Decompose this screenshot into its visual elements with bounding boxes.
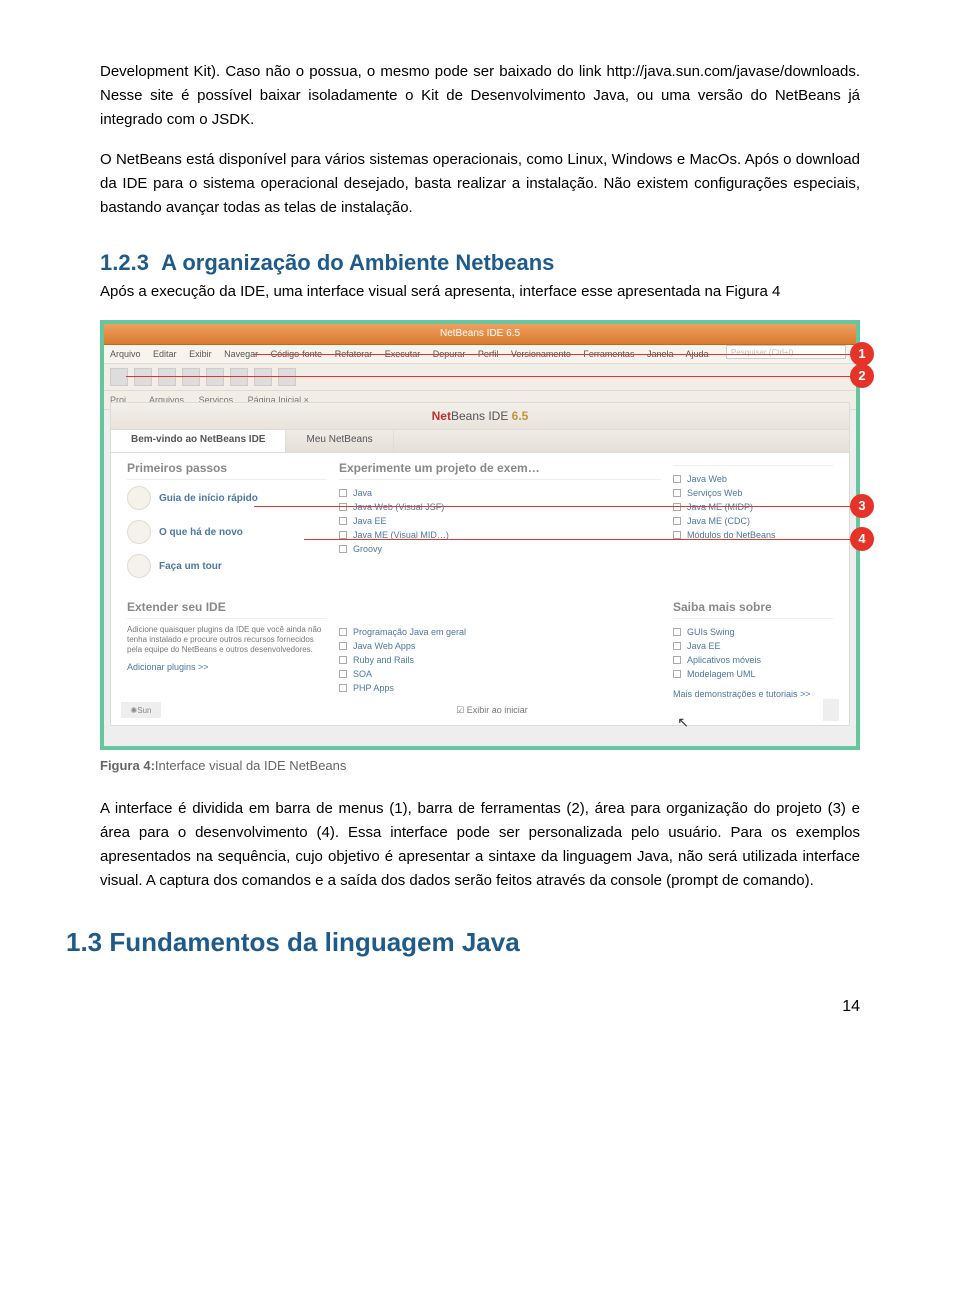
more-demos-link[interactable]: Mais demonstrações e tutoriais >> — [673, 689, 811, 699]
link-label: Faça um tour — [159, 561, 222, 572]
callout-line-2 — [126, 376, 862, 377]
paragraph-4: A interface é dividida em barra de menus… — [100, 797, 860, 893]
link-whats-new[interactable]: O que há de novo — [127, 520, 327, 544]
menu-item[interactable]: Exibir — [189, 349, 212, 359]
learn-link[interactable]: GUIs Swing — [673, 625, 833, 639]
link-take-tour[interactable]: Faça um tour — [127, 554, 327, 578]
callout-badge-1: 1 — [850, 342, 874, 366]
section-heading: 1.2.3 A organização do Ambiente Netbeans — [100, 250, 860, 276]
paragraph-2: O NetBeans está disponível para vários s… — [100, 148, 860, 220]
sample-link[interactable]: Java Web — [673, 472, 833, 486]
callout-line-3 — [254, 506, 862, 507]
netbeans-logo-header: NetBeans NetBeans IDEIDE 6.5 — [111, 403, 849, 430]
sample-link[interactable]: Java ME (CDC) — [673, 514, 833, 528]
toolbar-undo-icon[interactable] — [182, 368, 200, 386]
learn-link[interactable]: Java Web Apps — [339, 639, 661, 653]
paragraph-1: Development Kit). Caso não o possua, o m… — [100, 60, 860, 132]
welcome-tab-welcome[interactable]: Bem-vindo ao NetBeans IDE — [111, 430, 286, 452]
learn-more-heading: Saiba mais sobre — [673, 600, 833, 619]
try-project-heading-b — [673, 461, 833, 466]
sample-link[interactable]: Serviços Web — [673, 486, 833, 500]
cursor-icon: ↖ — [677, 714, 689, 731]
extend-ide-heading: Extender seu IDE — [127, 600, 327, 619]
toolbar-build-icon[interactable] — [278, 368, 296, 386]
sun-logo-icon: ✺Sun — [121, 702, 161, 718]
link-label: Guia de início rápido — [159, 493, 258, 504]
learn-link[interactable]: Modelagem UML — [673, 667, 833, 681]
toolbar-open-icon[interactable] — [134, 368, 152, 386]
link-label: O que há de novo — [159, 527, 243, 538]
star-icon — [127, 520, 151, 544]
play-icon — [127, 554, 151, 578]
learn-link[interactable]: Programação Java em geral — [339, 625, 661, 639]
sample-link[interactable]: Java — [339, 486, 661, 500]
sample-link[interactable]: Java EE — [339, 514, 661, 528]
callout-badge-3: 3 — [850, 494, 874, 518]
callout-line-1 — [254, 354, 862, 355]
paragraph-3: Após a execução da IDE, uma interface vi… — [100, 280, 860, 304]
figure-screenshot: 1 2 3 4 NetBeans IDE 6.5 Arquivo Editar … — [100, 320, 860, 750]
welcome-tab-mynetbeans[interactable]: Meu NetBeans — [286, 430, 393, 452]
toolbar-redo-icon[interactable] — [206, 368, 224, 386]
callout-badge-2: 2 — [850, 364, 874, 388]
section-number: 1.2.3 — [100, 250, 149, 275]
extend-ide-desc: Adicione quaisquer plugins da IDE que vo… — [127, 625, 327, 654]
chapter-heading: 1.3 Fundamentos da linguagem Java — [66, 927, 860, 958]
learn-link[interactable]: Aplicativos móveis — [673, 653, 833, 667]
menu-item[interactable]: Editar — [153, 349, 177, 359]
quick-search-input[interactable]: Pesquisar (Ctrl+I) — [726, 345, 846, 359]
first-steps-heading: Primeiros passos — [127, 461, 327, 480]
toolbar-debug-icon[interactable] — [254, 368, 272, 386]
java-logo-icon — [823, 699, 839, 721]
add-plugins-link[interactable]: Adicionar plugins >> — [127, 662, 209, 673]
page-number: 14 — [100, 998, 860, 1016]
figure-caption: Figura 4:Interface visual da IDE NetBean… — [100, 758, 860, 773]
toolbar-save-icon[interactable] — [158, 368, 176, 386]
callout-badge-4: 4 — [850, 527, 874, 551]
sample-link[interactable]: Java Web (Visual JSF) — [339, 500, 661, 514]
learn-link[interactable]: Ruby and Rails — [339, 653, 661, 667]
welcome-tabs: Bem-vindo ao NetBeans IDE Meu NetBeans — [111, 430, 849, 453]
doc-icon — [127, 486, 151, 510]
toolbar-new-icon[interactable] — [110, 368, 128, 386]
section-title: A organização do Ambiente Netbeans — [161, 250, 554, 275]
learn-link[interactable]: PHP Apps — [339, 681, 661, 695]
try-project-heading: Experimente um projeto de exem… — [339, 461, 661, 480]
toolbar-run-icon[interactable] — [230, 368, 248, 386]
learn-link[interactable]: SOA — [339, 667, 661, 681]
window-titlebar: NetBeans IDE 6.5 — [104, 324, 856, 345]
start-page: NetBeans NetBeans IDEIDE 6.5 Bem-vindo a… — [110, 402, 850, 726]
toolbar — [104, 364, 856, 391]
menu-item[interactable]: Arquivo — [110, 349, 141, 359]
sample-link[interactable]: Java ME (MIDP) — [673, 500, 833, 514]
show-on-startup-checkbox[interactable]: ☑ Exibir ao iniciar — [456, 705, 528, 716]
learn-link[interactable]: Java EE — [673, 639, 833, 653]
sample-link[interactable]: Groovy — [339, 542, 661, 556]
callout-line-4 — [304, 539, 862, 540]
